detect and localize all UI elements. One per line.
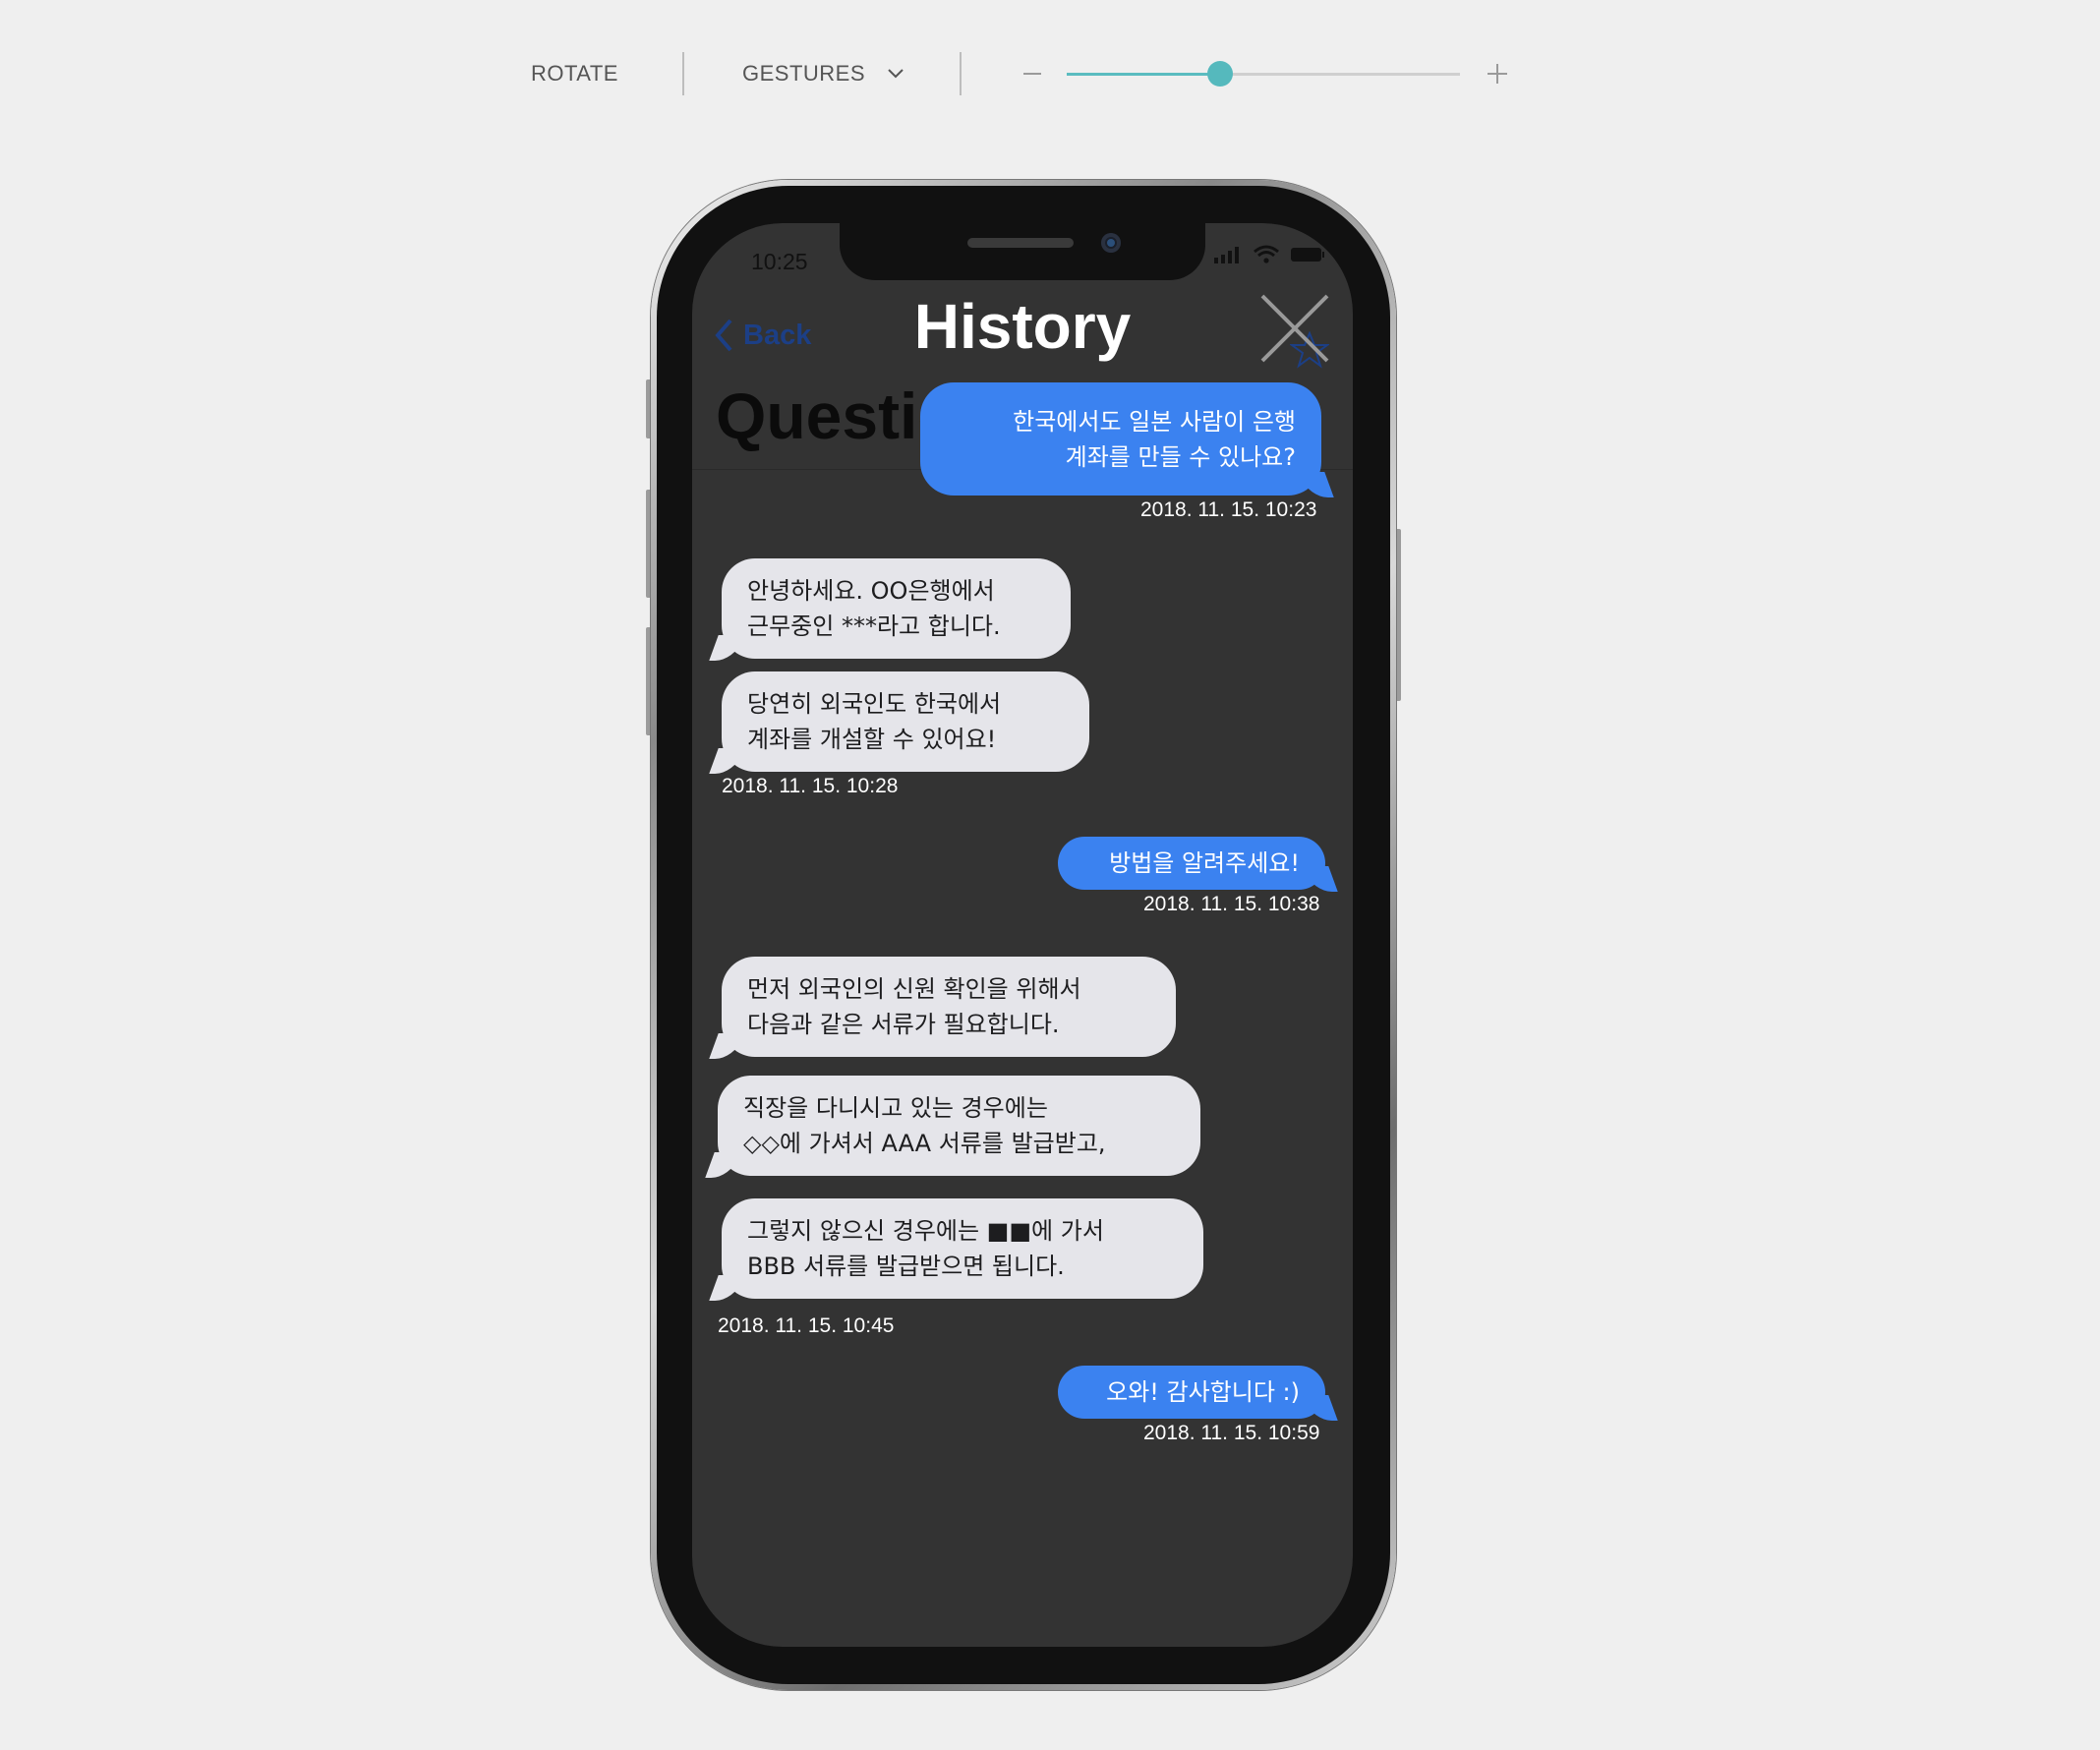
minus-icon xyxy=(1023,73,1041,75)
message-bubble-incoming: 먼저 외국인의 신원 확인을 위해서 다음과 같은 서류가 필요합니다. xyxy=(722,957,1176,1057)
speaker xyxy=(967,238,1074,248)
message-bubble-incoming: 안녕하세요. OO은행에서 근무중인 ***라고 합니다. xyxy=(722,558,1071,659)
notch xyxy=(840,223,1205,280)
phone-screen: 10:25 Back History Questic 한국에서도 일본 사람이 … xyxy=(692,223,1353,1647)
message-line: 한국에서도 일본 사람이 은행 xyxy=(1013,407,1296,436)
message-bubble-outgoing: 오와! 감사합니다 :) xyxy=(1058,1366,1325,1419)
message-line: 계좌를 만들 수 있나요? xyxy=(1065,442,1296,471)
message-line: 그렇지 않으신 경우에는 ■■에 가서 xyxy=(747,1217,1104,1245)
close-button[interactable] xyxy=(1258,292,1331,365)
message-line: 근무중인 ***라고 합니다. xyxy=(747,612,1001,640)
gestures-label: GESTURES xyxy=(742,61,866,86)
message-line: 먼저 외국인의 신원 확인을 위해서 xyxy=(747,975,1081,1003)
zoom-out-button[interactable] xyxy=(1021,57,1044,90)
message-bubble-outgoing: 방법을 알려주세요! xyxy=(1058,837,1325,890)
chevron-down-icon xyxy=(888,69,904,79)
zoom-slider[interactable] xyxy=(1067,61,1460,87)
message-bubble-incoming: 당연히 외국인도 한국에서 계좌를 개설할 수 있어요! xyxy=(722,671,1089,772)
message-line: 직장을 다니시고 있는 경우에는 xyxy=(743,1094,1048,1122)
timestamp: 2018. 11. 15. 10:45 xyxy=(718,1314,895,1337)
toolbar-divider xyxy=(682,52,684,95)
status-icons xyxy=(1213,245,1325,264)
front-camera xyxy=(1101,233,1121,253)
message-bubble-incoming: 그렇지 않으신 경우에는 ■■에 가서 BBB 서류를 발급받으면 됩니다. xyxy=(722,1198,1203,1299)
zoom-slider-thumb[interactable] xyxy=(1207,61,1233,87)
message-bubble-incoming: 직장을 다니시고 있는 경우에는 ◇◇에 가셔서 AAA 서류를 발급받고, xyxy=(718,1076,1200,1176)
timestamp: 2018. 11. 15. 10:23 xyxy=(1140,498,1317,521)
zoom-in-button[interactable] xyxy=(1485,57,1510,90)
message-line: 안녕하세요. OO은행에서 xyxy=(747,577,995,605)
timestamp: 2018. 11. 15. 10:38 xyxy=(1143,893,1320,915)
timestamp: 2018. 11. 15. 10:59 xyxy=(1143,1422,1320,1444)
toolbar-divider xyxy=(960,52,962,95)
status-time: 10:25 xyxy=(751,249,808,274)
message-line: 계좌를 개설할 수 있어요! xyxy=(747,726,997,753)
device-toolbar: ROTATE GESTURES xyxy=(0,0,2100,147)
zoom-slider-fill xyxy=(1067,73,1220,76)
close-icon xyxy=(1260,294,1329,363)
message-line: 다음과 같은 서류가 필요합니다. xyxy=(747,1011,1060,1038)
message-line: ◇◇에 가셔서 AAA 서류를 발급받고, xyxy=(743,1130,1106,1157)
plus-icon xyxy=(1488,64,1507,84)
message-line: 당연히 외국인도 한국에서 xyxy=(747,690,1002,718)
rotate-button[interactable]: ROTATE xyxy=(531,57,639,90)
message-line: 오와! 감사합니다 :) xyxy=(1106,1378,1300,1406)
message-bubble-outgoing: 한국에서도 일본 사람이 은행 계좌를 만들 수 있나요? xyxy=(920,382,1321,496)
wifi-icon xyxy=(1254,245,1279,263)
section-heading: Questic xyxy=(716,379,955,452)
message-line: 방법을 알려주세요! xyxy=(1109,849,1300,877)
signal-icon xyxy=(1214,247,1239,263)
message-line: BBB 서류를 발급받으면 됩니다. xyxy=(747,1253,1065,1280)
timestamp: 2018. 11. 15. 10:28 xyxy=(722,775,899,797)
battery-icon xyxy=(1291,248,1324,262)
gestures-dropdown[interactable]: GESTURES xyxy=(742,57,904,90)
page-title: History xyxy=(913,291,1132,362)
